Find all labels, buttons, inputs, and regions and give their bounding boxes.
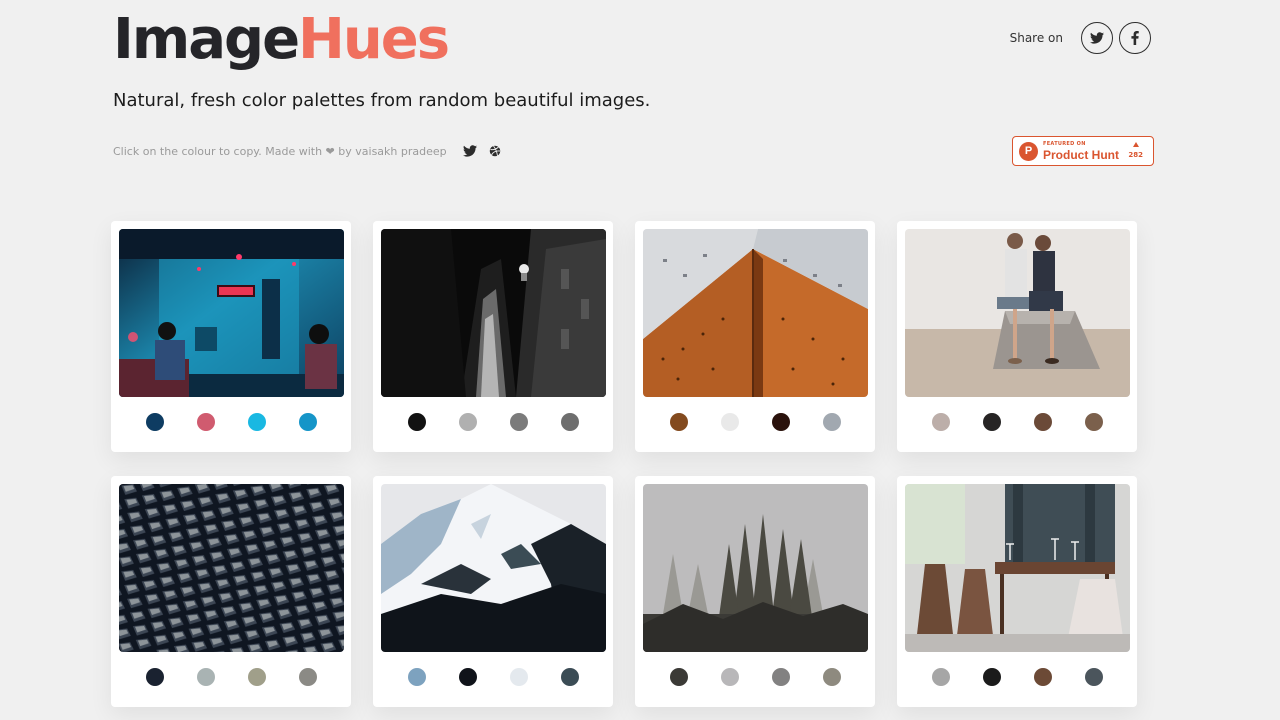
palette-card xyxy=(897,221,1137,452)
color-swatch[interactable] xyxy=(247,668,266,686)
color-swatch[interactable] xyxy=(407,668,426,686)
color-swatch[interactable] xyxy=(560,413,579,431)
card-image xyxy=(905,484,1130,652)
upvote-arrow-icon xyxy=(1132,142,1139,147)
color-swatch[interactable] xyxy=(247,413,266,431)
color-swatch[interactable] xyxy=(771,413,790,431)
color-swatch[interactable] xyxy=(145,668,164,686)
share-bar: Share on xyxy=(1010,22,1151,54)
product-hunt-badge[interactable]: P FEATURED ON Product Hunt 282 xyxy=(1012,136,1154,166)
palette-card xyxy=(897,476,1137,707)
color-swatch[interactable] xyxy=(720,413,739,431)
palette-card xyxy=(111,476,351,707)
tagline: Natural, fresh color palettes from rando… xyxy=(113,90,651,111)
color-swatch[interactable] xyxy=(1033,413,1052,431)
color-swatch[interactable] xyxy=(298,413,317,431)
twitter-icon xyxy=(462,145,477,157)
ph-featured-label: FEATURED ON xyxy=(1043,140,1086,147)
palette-card xyxy=(373,221,613,452)
credit-text: Click on the colour to copy. Made with ❤… xyxy=(113,144,447,158)
color-swatch[interactable] xyxy=(145,413,164,431)
logo-text-image: Image xyxy=(113,7,300,72)
color-swatch[interactable] xyxy=(407,413,426,431)
dribbble-icon xyxy=(489,145,500,157)
color-swatch[interactable] xyxy=(509,413,528,431)
color-swatch[interactable] xyxy=(196,413,215,431)
credit-dribbble-link[interactable] xyxy=(489,145,501,157)
color-swatch[interactable] xyxy=(931,668,950,686)
twitter-icon xyxy=(1090,32,1104,44)
card-image xyxy=(643,484,868,652)
color-swatch[interactable] xyxy=(669,413,688,431)
logo-text-hues: Hues xyxy=(298,7,450,72)
ph-name: Product Hunt xyxy=(1043,147,1119,162)
palette-swatches xyxy=(119,652,343,702)
color-swatch[interactable] xyxy=(982,668,1001,686)
credit-line: Click on the colour to copy. Made with ❤… xyxy=(113,143,501,159)
logo[interactable]: ImageHues xyxy=(113,7,450,72)
color-swatch[interactable] xyxy=(458,668,477,686)
ph-votes: 282 xyxy=(1128,142,1143,159)
color-swatch[interactable] xyxy=(196,668,215,686)
color-swatch[interactable] xyxy=(669,668,688,686)
card-image xyxy=(119,229,344,397)
palette-swatches xyxy=(643,397,867,447)
color-swatch[interactable] xyxy=(1084,413,1103,431)
color-swatch[interactable] xyxy=(1033,668,1052,686)
product-hunt-logo: P xyxy=(1019,141,1038,161)
palette-swatches xyxy=(381,397,605,447)
color-swatch[interactable] xyxy=(931,413,950,431)
color-swatch[interactable] xyxy=(458,413,477,431)
palette-card xyxy=(635,221,875,452)
share-twitter-button[interactable] xyxy=(1081,22,1113,54)
card-image xyxy=(381,229,606,397)
color-swatch[interactable] xyxy=(771,668,790,686)
credit-twitter-link[interactable] xyxy=(462,145,477,157)
facebook-icon xyxy=(1131,31,1139,45)
share-label: Share on xyxy=(1009,31,1063,45)
color-swatch[interactable] xyxy=(509,668,528,686)
card-image xyxy=(643,229,868,397)
color-swatch[interactable] xyxy=(982,413,1001,431)
share-facebook-button[interactable] xyxy=(1119,22,1151,54)
color-swatch[interactable] xyxy=(720,668,739,686)
palette-card xyxy=(635,476,875,707)
card-image xyxy=(381,484,606,652)
palette-card xyxy=(111,221,351,452)
color-swatch[interactable] xyxy=(1084,668,1103,686)
palette-grid xyxy=(111,221,1137,707)
palette-card xyxy=(373,476,613,707)
palette-swatches xyxy=(905,397,1129,447)
palette-swatches xyxy=(905,652,1129,702)
color-swatch[interactable] xyxy=(822,413,841,431)
card-image xyxy=(905,229,1130,397)
ph-vote-count: 282 xyxy=(1128,151,1143,159)
palette-swatches xyxy=(381,652,605,702)
color-swatch[interactable] xyxy=(560,668,579,686)
color-swatch[interactable] xyxy=(822,668,841,686)
palette-swatches xyxy=(643,652,867,702)
color-swatch[interactable] xyxy=(298,668,317,686)
card-image xyxy=(119,484,344,652)
palette-swatches xyxy=(119,397,343,447)
